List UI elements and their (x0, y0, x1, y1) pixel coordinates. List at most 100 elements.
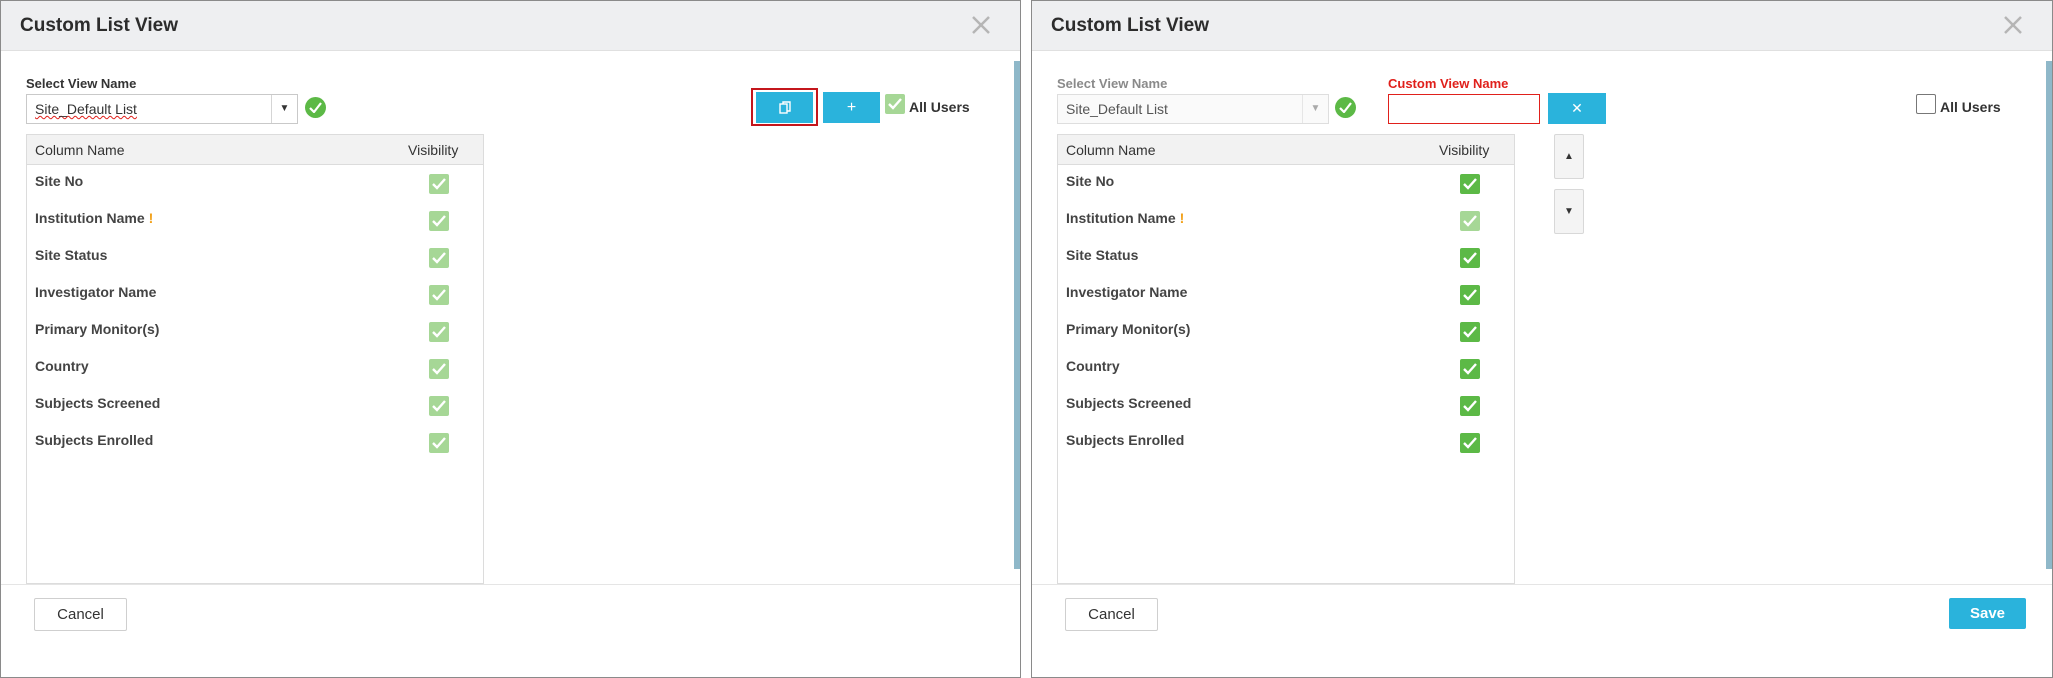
column-name-text: Primary Monitor(s) (1066, 321, 1191, 337)
table-row: Investigator Name (27, 276, 483, 313)
visibility-header: Visibility (1439, 142, 1490, 158)
copy-view-button[interactable] (756, 92, 813, 123)
close-icon[interactable] (2000, 12, 2026, 38)
column-name-text: Subjects Screened (35, 395, 161, 411)
table-row: Primary Monitor(s) (1058, 313, 1514, 350)
close-icon: ✕ (1571, 100, 1583, 116)
custom-list-view-dialog-right: Custom List View Select View Name Site_D… (1031, 0, 2053, 678)
view-name-select[interactable]: Site_Default List ▼ (1057, 94, 1329, 124)
column-name-cell: Site Status (1066, 247, 1138, 263)
table-row: Subjects Screened (1058, 387, 1514, 424)
visibility-checkbox[interactable] (1460, 174, 1480, 194)
column-name-text: Institution Name (35, 210, 145, 226)
column-name-cell: Institution Name! (1066, 210, 1184, 226)
custom-view-name-input[interactable] (1388, 94, 1540, 124)
copy-icon (756, 92, 813, 123)
clear-custom-view-button[interactable]: ✕ (1548, 93, 1606, 124)
column-name-cell: Site No (1066, 173, 1114, 189)
column-name-cell: Site Status (35, 247, 107, 263)
column-visibility-grid: Column Name Visibility Site No Institutio… (26, 134, 484, 584)
all-users-checkbox[interactable] (885, 94, 905, 114)
table-row: Subjects Screened (27, 387, 483, 424)
column-name-cell: Primary Monitor(s) (1066, 321, 1190, 337)
table-row: Primary Monitor(s) (27, 313, 483, 350)
all-users-checkbox[interactable] (1916, 94, 1936, 114)
visibility-checkbox[interactable] (429, 248, 449, 268)
chevron-down-icon[interactable]: ▼ (271, 95, 297, 123)
column-name-text: Site Status (1066, 247, 1139, 263)
visibility-checkbox[interactable] (429, 359, 449, 379)
close-icon[interactable] (968, 12, 994, 38)
visibility-checkbox[interactable] (429, 285, 449, 305)
dialog-title: Custom List View (20, 15, 179, 36)
check-circle-icon (1335, 97, 1356, 118)
column-name-cell: Subjects Screened (35, 395, 160, 411)
add-view-button[interactable]: + (823, 92, 880, 123)
column-name-text: Investigator Name (35, 284, 157, 300)
column-name-cell: Investigator Name (35, 284, 156, 300)
table-row: Site Status (1058, 239, 1514, 276)
warning-icon: ! (148, 210, 154, 226)
visibility-checkbox[interactable] (1460, 285, 1480, 305)
check-circle-icon (305, 97, 326, 118)
table-row: Institution Name! (1058, 202, 1514, 239)
visibility-checkbox[interactable] (1460, 396, 1480, 416)
visibility-checkbox[interactable] (429, 433, 449, 453)
grid-header: Column Name Visibility (27, 135, 483, 165)
column-name-text: Site No (35, 173, 84, 189)
scrollbar[interactable] (1014, 61, 1020, 569)
visibility-checkbox[interactable] (429, 211, 449, 231)
move-down-button[interactable]: ▼ (1554, 189, 1584, 234)
dialog-header: Custom List View (1, 1, 1020, 51)
table-row: Site No (27, 165, 483, 202)
table-row: Country (27, 350, 483, 387)
table-row: Investigator Name (1058, 276, 1514, 313)
select-view-name-label: Select View Name (1057, 76, 1168, 91)
visibility-checkbox[interactable] (429, 174, 449, 194)
chevron-down-icon[interactable]: ▼ (1302, 95, 1328, 123)
column-name-text: Investigator Name (1066, 284, 1188, 300)
cancel-button[interactable]: Cancel (34, 598, 127, 631)
table-row: Subjects Enrolled (27, 424, 483, 461)
custom-list-view-dialog-left: Custom List View Select View Name Site_D… (0, 0, 1021, 678)
grid-header: Column Name Visibility (1058, 135, 1514, 165)
visibility-checkbox[interactable] (429, 396, 449, 416)
column-name-cell: Country (35, 358, 89, 374)
all-users-label: All Users (1940, 99, 2001, 115)
dialog-footer: Cancel Save (1032, 584, 2052, 677)
table-row: Site Status (27, 239, 483, 276)
visibility-checkbox[interactable] (429, 322, 449, 342)
view-name-select[interactable]: Site_Default List ▼ (26, 94, 298, 124)
selected-view-text: Site_Default List (35, 101, 137, 117)
move-up-button[interactable]: ▲ (1554, 134, 1584, 179)
column-name-text: Country (1066, 358, 1120, 374)
column-name-cell: Investigator Name (1066, 284, 1187, 300)
save-button[interactable]: Save (1949, 598, 2026, 629)
custom-view-name-label: Custom View Name (1388, 76, 1509, 91)
visibility-checkbox[interactable] (1460, 211, 1480, 231)
select-view-name-label: Select View Name (26, 76, 137, 91)
selected-view-text: Site_Default List (1066, 101, 1168, 117)
column-name-text: Primary Monitor(s) (35, 321, 160, 337)
column-name-cell: Primary Monitor(s) (35, 321, 159, 337)
column-name-cell: Site No (35, 173, 83, 189)
column-name-cell: Institution Name! (35, 210, 153, 226)
column-name-text: Country (35, 358, 89, 374)
table-row: Institution Name! (27, 202, 483, 239)
visibility-checkbox[interactable] (1460, 248, 1480, 268)
visibility-checkbox[interactable] (1460, 322, 1480, 342)
scrollbar[interactable] (2046, 61, 2052, 569)
warning-icon: ! (1179, 210, 1185, 226)
divider (1021, 0, 1031, 678)
column-name-cell: Subjects Screened (1066, 395, 1191, 411)
table-row: Country (1058, 350, 1514, 387)
visibility-checkbox[interactable] (1460, 359, 1480, 379)
visibility-checkbox[interactable] (1460, 433, 1480, 453)
column-name-header: Column Name (1066, 142, 1156, 158)
cancel-button[interactable]: Cancel (1065, 598, 1158, 631)
column-name-cell: Subjects Enrolled (35, 432, 153, 448)
column-name-text: Institution Name (1066, 210, 1176, 226)
column-name-text: Site No (1066, 173, 1115, 189)
column-name-text: Site Status (35, 247, 108, 263)
column-name-text: Subjects Enrolled (1066, 432, 1185, 448)
